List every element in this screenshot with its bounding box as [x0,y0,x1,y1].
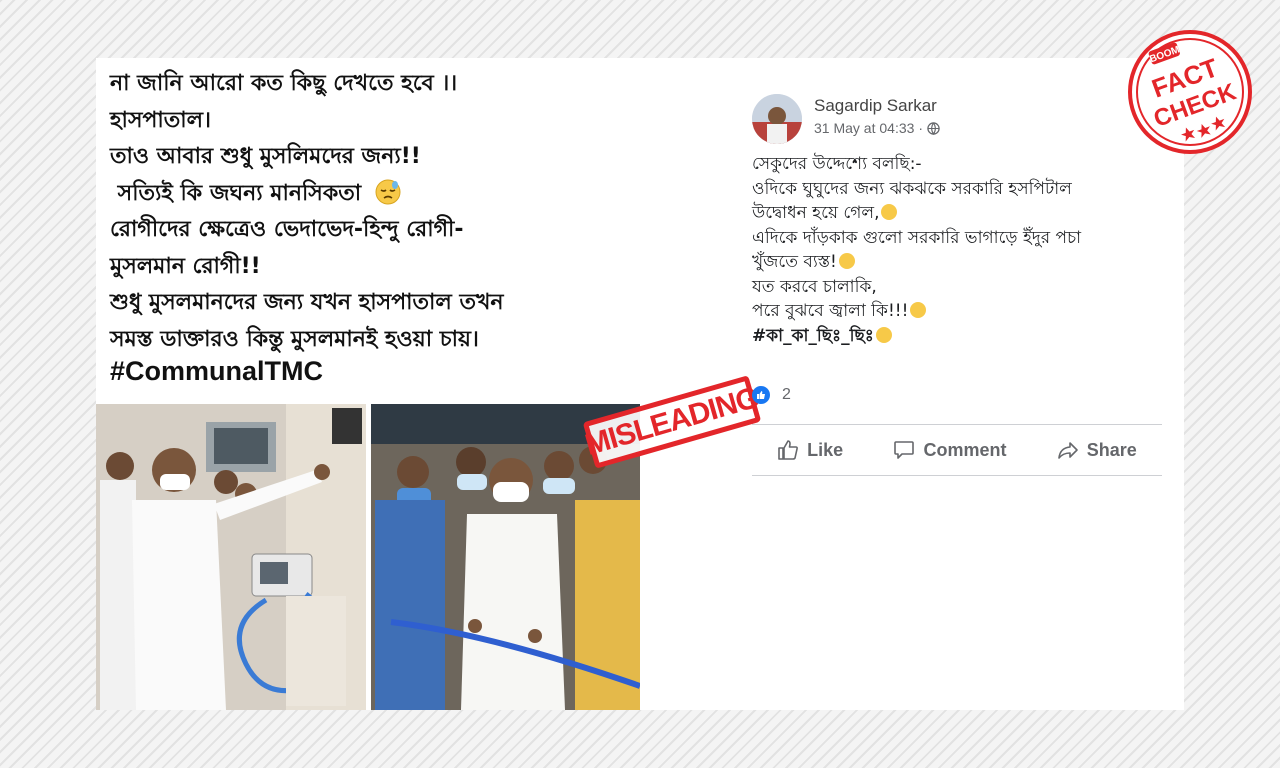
post-line: উদ্বোধন হয়ে গেল, [752,201,1166,226]
caption-line-text: সত্যিই কি জঘন্য মানসিকতা [117,180,362,206]
post-line: #কা_কা_ছিঃ_ছিঃ [752,324,1166,349]
image-caption-text: না জানি আরো কত কিছু দেখতে হবে ।। হাসপাতা… [110,66,630,358]
post-line: পরে বুঝবে জ্বালা কি!!! [752,299,1166,324]
thumbs-up-icon [778,440,799,460]
post-line-text: পরে বুঝবে জ্বালা কি!!! [752,301,909,321]
post-hashtag[interactable]: #কা_কা_ছিঃ_ছিঃ [752,326,874,346]
post-line-text: উদ্বোধন হয়ে গেল, [752,203,880,223]
caption-line: শুধু মুসলমানদের জন্য যখন হাসপাতাল তখন [110,290,504,315]
globe-icon [927,121,940,135]
caption-line: না জানি আরো কত কিছু দেখতে হবে ।। [110,71,458,96]
caption-line: সমস্ত ডাক্তারও কিন্তু মুসলমানই হওয়া চায… [110,326,479,352]
like-button[interactable]: Like [777,439,843,461]
reaction-count: 2 [782,386,791,403]
comment-label: Comment [923,439,1007,460]
caption-line: রোগীদের ক্ষেত্রেও ভেদাভেদ-হিন্দু রোগী- [110,217,464,242]
caption-line: হাসপাতাল। [110,107,211,133]
post-meta: 31 May at 04:33 · [814,120,940,136]
sleepy-face-icon [375,179,401,204]
clapping-hands-emoji-icon [881,204,898,220]
post-line: এদিকে দাঁড়কাক গুলো সরকারি ভাগাড়ে ইঁদুর… [752,227,1082,248]
share-label: Share [1086,439,1137,460]
post-card: না জানি আরো কত কিছু দেখতে হবে ।। হাসপাতা… [96,58,1184,710]
caption-line: মুসলমান রোগী!! [110,253,261,279]
reaction-summary[interactable]: 2 [752,386,791,404]
grimacing-face-emoji-icon [875,326,892,343]
post-timestamp[interactable]: 31 May at 04:33 [814,120,914,136]
meta-separator: · [918,120,924,136]
like-label: Like [807,439,844,460]
fact-check-seal: BOOM FACT CHECK [1128,30,1252,154]
facebook-post: Sagardip Sarkar 31 May at 04:33 · সেকুদে… [752,88,1166,488]
post-body: সেকুদের উদ্দেশ্যে বলছি:- ওদিকে ঘুঘুদের জ… [752,152,1166,348]
share-button[interactable]: Share [1057,439,1137,461]
photo-ventilator-inspection [96,404,366,710]
post-line: সেকুদের উদ্দেশ্যে বলছি:- [752,154,922,174]
boom-fact-check-stamp: BOOM FACT CHECK [1124,26,1256,158]
rolling-eyes-emoji-icon [910,302,927,318]
action-bar: Like Comment Share [752,424,1162,476]
photo-illustration [96,404,366,710]
avatar-image [752,94,802,144]
comment-bubble-icon [894,441,915,459]
image-hashtag: #CommunalTMC [110,356,324,386]
post-line-text: খুঁজতে ব্যস্ত! [752,252,837,272]
grinning-face-emoji-icon [838,253,855,269]
post-line: যত করবে চালাকি, [752,276,877,297]
author-name[interactable]: Sagardip Sarkar [814,96,937,116]
shared-image[interactable]: না জানি আরো কত কিছু দেখতে হবে ।। হাসপাতা… [96,58,640,710]
share-arrow-icon [1057,442,1078,459]
like-reaction-icon [752,386,770,404]
avatar[interactable] [752,94,802,144]
comment-button[interactable]: Comment [893,439,1006,461]
caption-line: সত্যিই কি জঘন্য মানসিকতা [110,176,630,213]
post-line: ওদিকে ঘুঘুদের জন্য ঝকঝকে সরকারি হসপিটাল [752,178,1072,199]
post-line: খুঁজতে ব্যস্ত! [752,250,1166,275]
caption-line: তাও আবার শুধু মুসলিমদের জন্য!! [110,144,421,169]
